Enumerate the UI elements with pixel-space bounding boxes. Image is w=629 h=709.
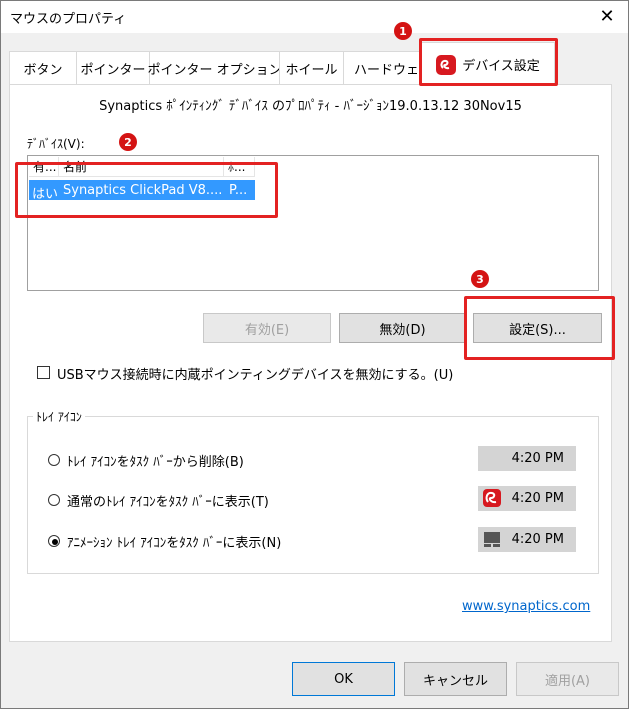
ok-button[interactable]: OK [292, 662, 395, 696]
radio-normal-tray-icon[interactable] [48, 494, 60, 506]
annotation-box-3 [464, 296, 615, 360]
radio-remove-tray-icon-label[interactable]: ﾄﾚｲ ｱｲｺﾝをﾀｽｸ ﾊﾞｰから削除(B) [67, 451, 244, 470]
close-button[interactable]: ✕ [593, 3, 621, 29]
tab-hardware[interactable]: ハードウェア [343, 51, 422, 84]
tray-preview-normal: 4:20 PM [478, 486, 576, 511]
cancel-button[interactable]: キャンセル [404, 662, 507, 696]
tray-preview-animated: 4:20 PM [478, 527, 576, 552]
tab-pointer-options[interactable]: ポインター オプション [147, 51, 282, 84]
radio-selected-dot [52, 539, 58, 545]
tray-icon-group-label: ﾄﾚｲ ｱｲｺﾝ [33, 408, 85, 425]
apply-button[interactable]: 適用(A) [516, 662, 619, 696]
synaptics-tray-icon [483, 489, 501, 507]
synaptics-link[interactable]: www.synaptics.com [462, 599, 590, 614]
close-icon: ✕ [599, 5, 615, 27]
property-title: Synaptics ﾎﾟｲﾝﾃｨﾝｸﾞ ﾃﾞﾊﾞｲｽ のﾌﾟﾛﾊﾟﾃｨ - ﾊﾞ… [99, 99, 522, 114]
tab-buttons[interactable]: ボタン [9, 51, 77, 84]
annotation-badge-3: 3 [471, 270, 489, 288]
annotation-box-1 [419, 38, 558, 86]
enable-button[interactable]: 有効(E) [203, 313, 331, 343]
checkbox-label[interactable]: USBマウス接続時に内蔵ポインティングデバイスを無効にする。(U) [57, 364, 453, 383]
tab-wheel[interactable]: ホイール [279, 51, 344, 84]
window-title: マウスのプロパティ [10, 12, 127, 27]
tab-pointer[interactable]: ポインター [76, 51, 150, 84]
radio-animated-tray-icon-label[interactable]: ｱﾆﾒｰｼｮﾝ ﾄﾚｲ ｱｲｺﾝをﾀｽｸ ﾊﾞｰに表示(N) [67, 532, 281, 551]
tray-preview-none: 4:20 PM [478, 446, 576, 471]
radio-remove-tray-icon[interactable] [48, 454, 60, 466]
annotation-badge-2: 2 [119, 133, 137, 151]
devices-label: ﾃﾞﾊﾞｲｽ(V): [27, 137, 85, 151]
radio-animated-tray-icon[interactable] [48, 535, 60, 547]
radio-normal-tray-icon-label[interactable]: 通常のﾄﾚｲ ｱｲｺﾝをﾀｽｸ ﾊﾞｰに表示(T) [67, 491, 269, 510]
annotation-badge-1: 1 [394, 22, 412, 40]
disable-internal-pointing-checkbox[interactable] [37, 366, 50, 379]
animated-touchpad-icon [483, 530, 501, 548]
annotation-box-2 [15, 162, 278, 218]
disable-button[interactable]: 無効(D) [339, 313, 466, 343]
